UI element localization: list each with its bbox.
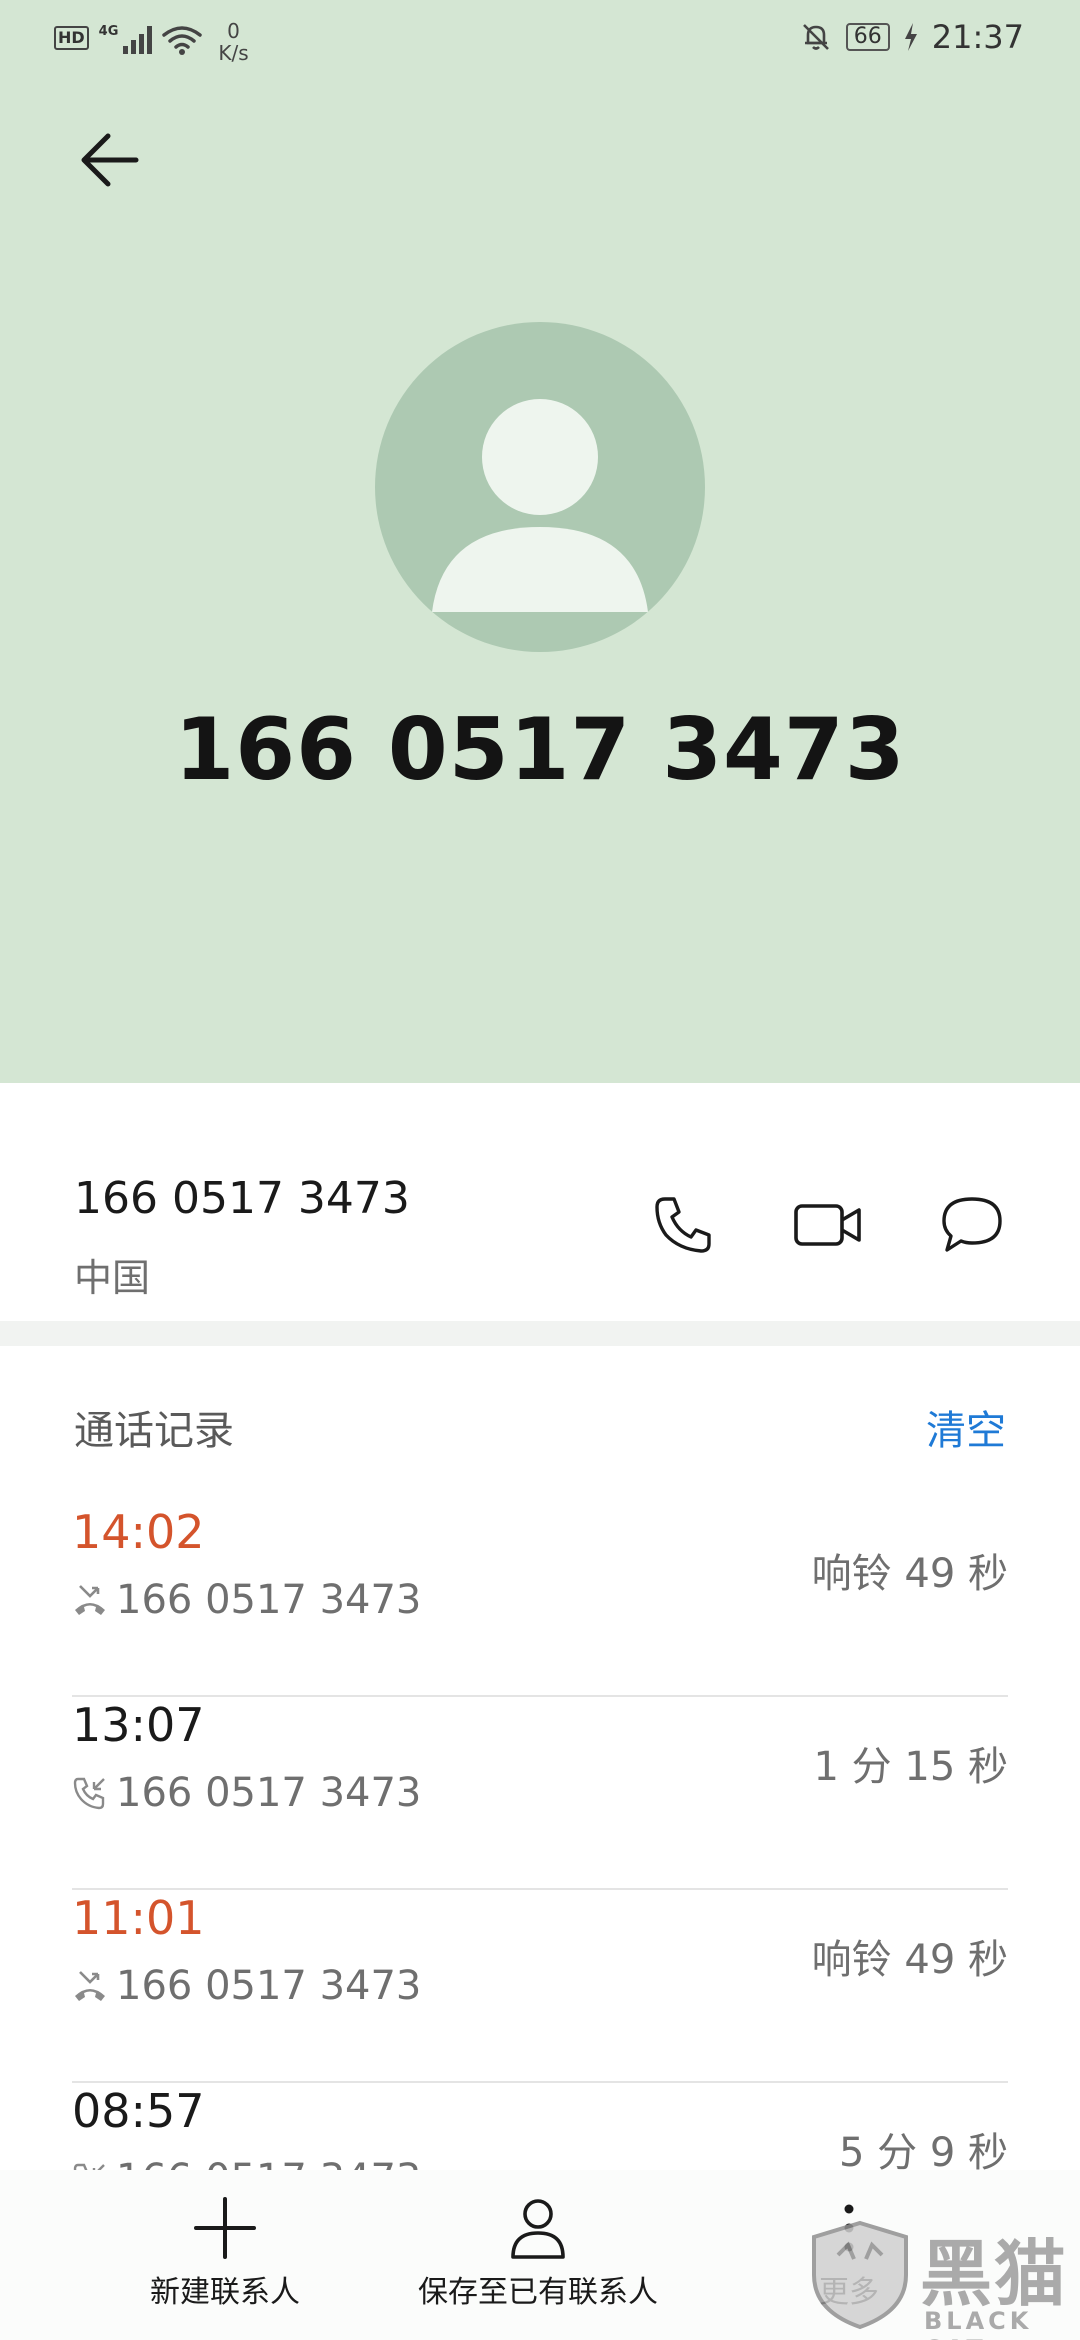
number-region: 中国 [74, 1256, 151, 1300]
missed-call-icon [75, 1971, 105, 2001]
status-time: 21:37 [931, 18, 1024, 56]
contact-header: HD 4G 0 K/s 66 21:37 166 0517 3473 [0, 0, 1080, 1083]
shield-icon [812, 2220, 908, 2330]
call-time: 14:02 [72, 1505, 205, 1559]
save-to-existing-button[interactable]: 保存至已有联系人 [418, 2195, 658, 2311]
wifi-icon [162, 26, 203, 55]
watermark-cn: 黑猫 [920, 2232, 1069, 2316]
call-duration: 1 分 15 秒 [813, 1744, 1009, 1790]
video-camera-icon [794, 1204, 861, 1246]
person-icon [432, 399, 648, 612]
call-log-title: 通话记录 [74, 1408, 234, 1454]
avatar [375, 322, 705, 652]
incoming-call-icon [73, 1777, 105, 1810]
status-left: HD 4G 0 K/s [54, 20, 249, 64]
section-divider [0, 1321, 1080, 1346]
call-button[interactable] [643, 1185, 723, 1265]
call-time: 11:01 [72, 1891, 205, 1945]
network-type: 4G [98, 24, 119, 39]
call-log-item[interactable]: 14:02 166 0517 3473 响铃 49 秒 [72, 1505, 1008, 1697]
row-divider [72, 2081, 1008, 2083]
plus-icon [194, 2197, 256, 2259]
number-detail: 166 0517 3473 [74, 1173, 410, 1224]
status-bar: HD 4G 0 K/s 66 21:37 [0, 0, 1080, 80]
back-button[interactable] [70, 120, 150, 200]
status-right: 66 21:37 [800, 18, 1024, 56]
call-number: 166 0517 3473 [116, 1963, 422, 2009]
black-cat-watermark: 黑猫 BLACK CAT [808, 2215, 1080, 2340]
save-to-existing-label: 保存至已有联系人 [418, 2275, 658, 2310]
clear-log-button[interactable]: 清空 [926, 1398, 1006, 1456]
chat-bubble-icon [942, 1197, 1002, 1252]
call-detail: 166 0517 3473 [72, 1963, 421, 2009]
call-log-item[interactable]: 13:07 166 0517 3473 1 分 15 秒 [72, 1698, 1008, 1890]
call-detail: 166 0517 3473 [72, 1577, 421, 1623]
contact-phone-number: 166 0517 3473 [174, 700, 906, 800]
battery-level: 66 [845, 23, 890, 51]
call-log-item[interactable]: 11:01 166 0517 3473 响铃 49 秒 [72, 1891, 1008, 2083]
call-time: 08:57 [72, 2084, 205, 2138]
arrow-left-icon [81, 133, 139, 187]
phone-icon [655, 1197, 711, 1253]
cell-signal-icon: 4G [99, 24, 153, 54]
row-divider [72, 1888, 1008, 1890]
call-detail: 166 0517 3473 [72, 1770, 421, 1816]
mute-bell-icon [802, 24, 829, 50]
hd-badge: HD [54, 26, 89, 50]
call-duration: 响铃 49 秒 [811, 1551, 1008, 1597]
call-number: 166 0517 3473 [116, 1770, 422, 1816]
network-speed: 0 K/s [218, 19, 249, 65]
charging-icon [904, 23, 917, 51]
call-duration: 响铃 49 秒 [811, 1937, 1008, 1983]
new-contact-label: 新建联系人 [150, 2275, 300, 2310]
new-contact-button[interactable]: 新建联系人 [150, 2195, 300, 2311]
call-time: 13:07 [72, 1698, 205, 1752]
row-divider [72, 1695, 1008, 1697]
watermark-en: BLACK CAT [924, 2307, 1033, 2340]
message-button[interactable] [932, 1185, 1012, 1265]
person-outline-icon [511, 2199, 565, 2259]
missed-call-icon [75, 1585, 105, 1615]
video-call-button[interactable] [788, 1185, 868, 1265]
call-number: 166 0517 3473 [116, 1577, 422, 1623]
number-row: 166 0517 3473 中国 [0, 1083, 1080, 1321]
